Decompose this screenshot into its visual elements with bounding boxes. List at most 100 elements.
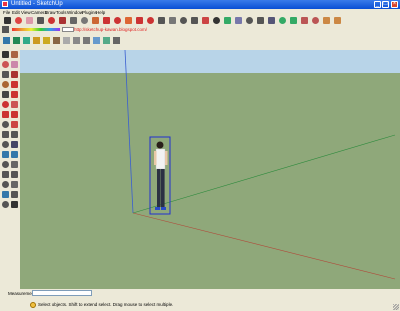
- xray-icon[interactable]: [63, 37, 70, 44]
- arc-tool-icon[interactable]: [11, 81, 18, 88]
- layer-field[interactable]: [62, 27, 74, 32]
- left-view-icon[interactable]: [53, 37, 60, 44]
- offset-icon[interactable]: [147, 17, 154, 24]
- 3d-text-tool-icon[interactable]: [11, 151, 18, 158]
- push-pull-icon[interactable]: [92, 17, 99, 24]
- eraser-icon[interactable]: [15, 17, 22, 24]
- tape-measure-icon[interactable]: [158, 17, 165, 24]
- shaded-icon[interactable]: [93, 37, 100, 44]
- measurements-input[interactable]: [32, 290, 92, 296]
- line-icon[interactable]: [37, 17, 44, 24]
- orbit-icon[interactable]: [224, 17, 231, 24]
- previous-view-icon[interactable]: [279, 17, 286, 24]
- protractor-icon[interactable]: [180, 17, 187, 24]
- rectangle-tool-icon[interactable]: [2, 71, 9, 78]
- move-icon[interactable]: [103, 17, 110, 24]
- previous-tool-icon[interactable]: [11, 181, 18, 188]
- menu-help[interactable]: Help: [96, 9, 105, 16]
- status-bar: Measurements Select objects. Shift to ex…: [0, 289, 400, 311]
- components-icon[interactable]: [323, 17, 330, 24]
- menu-window[interactable]: Window: [67, 9, 83, 16]
- pan-tool-icon[interactable]: [11, 161, 18, 168]
- paint-bucket-tool-icon[interactable]: [2, 61, 9, 68]
- zoom-extents-tool-icon[interactable]: [2, 181, 9, 188]
- zoom-extents-icon[interactable]: [268, 17, 275, 24]
- maximize-button[interactable]: □: [382, 1, 389, 8]
- figure-head: [156, 141, 164, 149]
- figure-arm-left: [154, 151, 157, 165]
- menu-view[interactable]: View: [21, 9, 31, 16]
- line-tool-icon[interactable]: [11, 71, 18, 78]
- circle-tool-icon[interactable]: [2, 81, 9, 88]
- front-view-icon[interactable]: [23, 37, 30, 44]
- share-model-icon[interactable]: [312, 17, 319, 24]
- pan-icon[interactable]: [235, 17, 242, 24]
- arc-icon[interactable]: [48, 17, 55, 24]
- scale-icon[interactable]: [136, 17, 143, 24]
- next-view-icon[interactable]: [290, 17, 297, 24]
- follow-me-icon[interactable]: [125, 17, 132, 24]
- look-around-tool-icon[interactable]: [11, 191, 18, 198]
- move-tool-icon[interactable]: [2, 101, 9, 108]
- protractor-tool-icon[interactable]: [2, 141, 9, 148]
- menu-plugins[interactable]: Plugins: [82, 9, 97, 16]
- polygon-icon[interactable]: [81, 17, 88, 24]
- hidden-line-icon[interactable]: [83, 37, 90, 44]
- follow-me-tool-icon[interactable]: [11, 111, 18, 118]
- eraser-tool-icon[interactable]: [11, 61, 18, 68]
- section-plane-tool-icon[interactable]: [11, 201, 18, 208]
- info-icon: [30, 302, 36, 308]
- resize-grip-icon[interactable]: [393, 304, 399, 310]
- textured-icon[interactable]: [103, 37, 110, 44]
- menu-tools[interactable]: Tools: [56, 9, 67, 16]
- offset-tool-icon[interactable]: [11, 121, 18, 128]
- figure-shirt: [155, 148, 166, 170]
- text-tool-icon[interactable]: [11, 141, 18, 148]
- ground: [20, 73, 400, 289]
- position-camera-tool-icon[interactable]: [2, 191, 9, 198]
- dimension-tool-icon[interactable]: [11, 131, 18, 138]
- freehand-tool-icon[interactable]: [11, 91, 18, 98]
- zoom-icon[interactable]: [246, 17, 253, 24]
- walk-tool-icon[interactable]: [2, 201, 9, 208]
- menu-edit[interactable]: Edit: [12, 9, 20, 16]
- color-slider[interactable]: [12, 28, 60, 31]
- select-icon[interactable]: [4, 17, 11, 24]
- axes-tool-icon[interactable]: [2, 151, 9, 158]
- monochrome-icon[interactable]: [113, 37, 120, 44]
- menu-draw[interactable]: Draw: [45, 9, 56, 16]
- make-component-tool-icon[interactable]: [11, 51, 18, 58]
- materials-icon[interactable]: [334, 17, 341, 24]
- top-view-icon[interactable]: [13, 37, 20, 44]
- back-view-icon[interactable]: [43, 37, 50, 44]
- wireframe-icon[interactable]: [73, 37, 80, 44]
- axes-icon[interactable]: [202, 17, 209, 24]
- scale-tool-icon[interactable]: [2, 121, 9, 128]
- 3d-text-icon[interactable]: [213, 17, 220, 24]
- minimize-button[interactable]: _: [374, 1, 381, 8]
- tape-measure-tool-icon[interactable]: [2, 131, 9, 138]
- text-icon[interactable]: [191, 17, 198, 24]
- zoom-window-icon[interactable]: [257, 17, 264, 24]
- push-pull-tool-icon[interactable]: [11, 101, 18, 108]
- zoom-window-tool-icon[interactable]: [11, 171, 18, 178]
- camera-icon[interactable]: [2, 26, 9, 33]
- right-view-icon[interactable]: [33, 37, 40, 44]
- get-models-icon[interactable]: [301, 17, 308, 24]
- polygon-tool-icon[interactable]: [2, 91, 9, 98]
- rotate-tool-icon[interactable]: [2, 111, 9, 118]
- figure-leg-left: [157, 169, 161, 207]
- model-viewport[interactable]: [20, 50, 400, 289]
- close-button[interactable]: ×: [391, 1, 398, 8]
- orbit-tool-icon[interactable]: [2, 161, 9, 168]
- rectangle-icon[interactable]: [59, 17, 66, 24]
- pencil-icon[interactable]: [26, 17, 33, 24]
- rotate-icon[interactable]: [114, 17, 121, 24]
- iso-view-icon[interactable]: [3, 37, 10, 44]
- dimension-icon[interactable]: [169, 17, 176, 24]
- menu-file[interactable]: File: [3, 9, 10, 16]
- select-tool-icon[interactable]: [2, 51, 9, 58]
- zoom-tool-icon[interactable]: [2, 171, 9, 178]
- circle-icon[interactable]: [70, 17, 77, 24]
- title-bar: Untitled - SketchUp _ □ ×: [0, 0, 400, 9]
